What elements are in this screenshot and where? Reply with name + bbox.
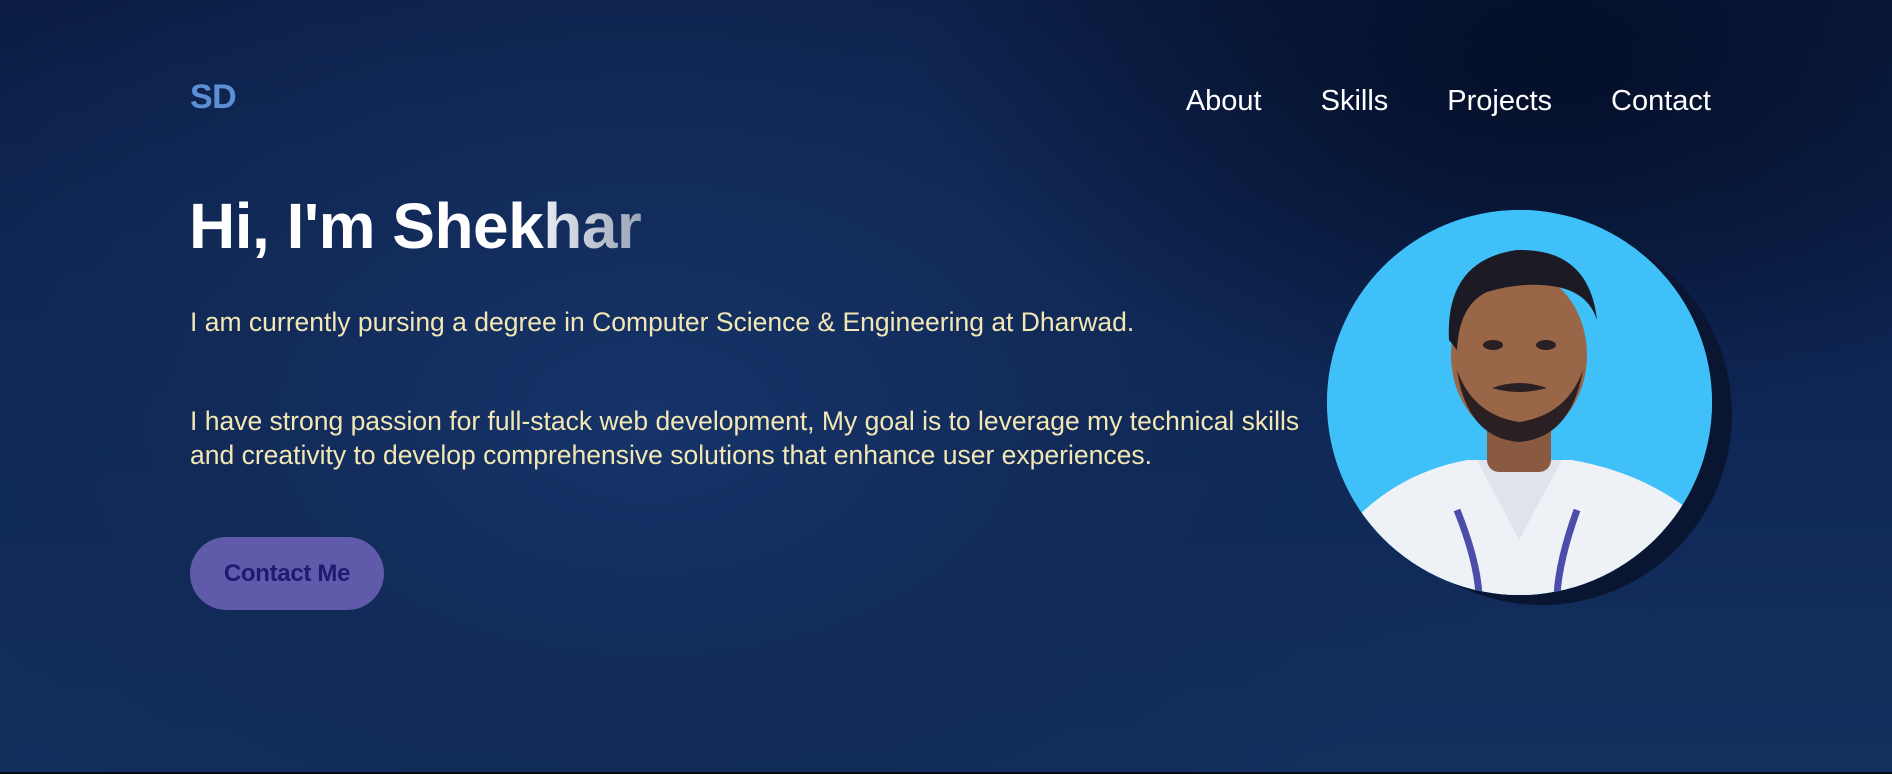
- logo[interactable]: SD: [190, 78, 237, 117]
- nav-link-contact[interactable]: Contact: [1611, 82, 1711, 120]
- hero-title-typing: har: [543, 190, 642, 262]
- hero-title: Hi, I'm Shekhar: [189, 190, 642, 262]
- passion-paragraph: I have strong passion for full-stack web…: [190, 406, 1300, 470]
- main-nav: About Skills Projects Contact: [1127, 82, 1711, 120]
- profile-photo: [1327, 210, 1712, 595]
- nav-link-projects[interactable]: Projects: [1447, 82, 1552, 120]
- profile-avatar-illustration: [1327, 210, 1712, 595]
- hero-title-main: Hi, I'm Shek: [189, 190, 544, 262]
- intro-paragraph: I am currently pursing a degree in Compu…: [190, 307, 1135, 337]
- contact-me-button[interactable]: Contact Me: [190, 537, 384, 610]
- nav-link-skills[interactable]: Skills: [1321, 82, 1389, 120]
- nav-link-about[interactable]: About: [1186, 82, 1262, 120]
